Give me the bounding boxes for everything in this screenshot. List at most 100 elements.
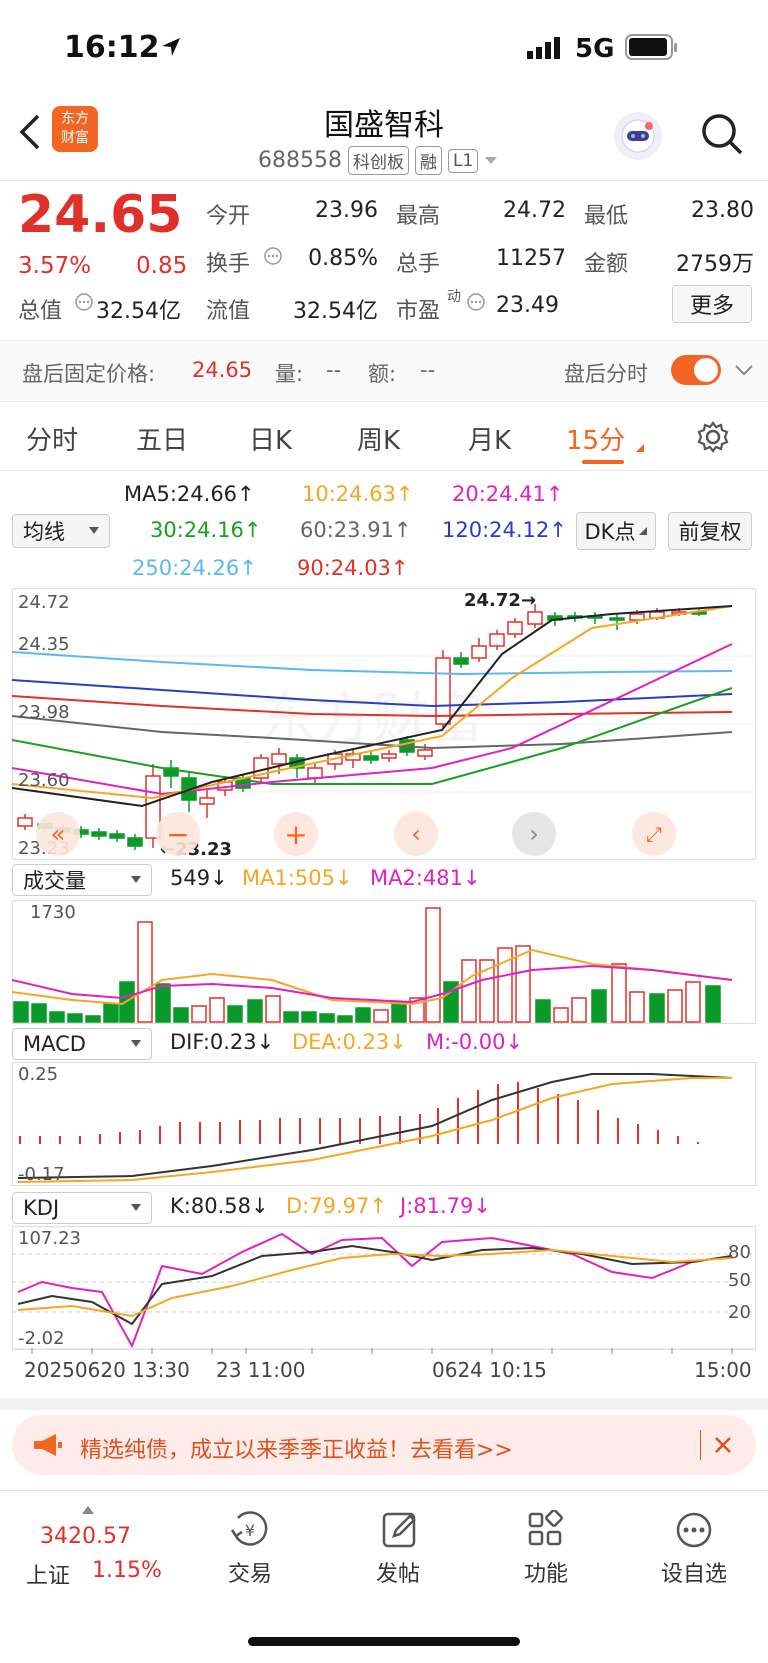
candle-body (471, 645, 487, 659)
kdj-select[interactable]: KDJ (12, 1192, 152, 1224)
value-high: 24.72 (503, 198, 566, 223)
nav-functions[interactable]: 功能 (506, 1556, 586, 1588)
after-hours-price: 24.65 (192, 358, 253, 382)
functions-grid-icon[interactable] (526, 1510, 566, 1550)
signal-icon (527, 37, 560, 59)
volume-bar (265, 995, 281, 1023)
promo-text[interactable]: 精选纯债，成立以来季季正收益！去看看>> (80, 1432, 513, 1464)
rewind-double-left-icon[interactable]: « (36, 812, 80, 856)
candle-body (91, 831, 107, 837)
kline-high-label: 24.72→ (464, 590, 537, 611)
volume-bar (209, 997, 225, 1023)
kdj-chart (12, 1226, 756, 1350)
stock-subtitle[interactable]: 688558 科创板 融 L1 (258, 146, 498, 175)
nav-add-watchlist[interactable]: 设自选 (648, 1556, 740, 1588)
chevron-right-icon[interactable]: › (512, 812, 556, 856)
index-name[interactable]: 上证 (26, 1558, 70, 1590)
candle-body (381, 753, 397, 759)
volume-bar (355, 1007, 371, 1023)
volume-select[interactable]: 成交量 (12, 864, 152, 896)
value-turnover: 0.85% (308, 246, 378, 271)
after-hours-toggle[interactable] (671, 355, 721, 385)
candle-body (199, 797, 215, 805)
tab-weekly-k[interactable]: 周K (357, 420, 400, 457)
volume-bar (337, 1015, 353, 1023)
more-button[interactable]: 更多 (672, 285, 752, 323)
ma-select[interactable]: 均线 (12, 514, 110, 548)
volume-chart (12, 900, 756, 1024)
after-hours-vol: -- (326, 358, 342, 382)
trade-yen-icon[interactable]: ¥ (230, 1510, 270, 1550)
value-float-value: 32.54亿 (293, 299, 378, 324)
macd-select[interactable]: MACD (12, 1028, 152, 1060)
status-bar: 16:12 5G (0, 0, 768, 100)
macd-axis-top: 0.25 (18, 1064, 59, 1085)
volume-bar (629, 991, 645, 1023)
chevron-left-icon[interactable]: ‹ (394, 812, 438, 856)
nav-post[interactable]: 发帖 (358, 1556, 438, 1588)
active-tab-indicator (582, 460, 624, 464)
kdj-k: K:80.58↓ (170, 1194, 269, 1218)
kline-axis-0: 24.72 (18, 592, 70, 613)
ma-value-250: 250:24.26↑ (132, 556, 257, 580)
volume-ma2: MA2:481↓ (370, 866, 481, 890)
tab-five-day[interactable]: 五日 (136, 420, 188, 457)
volume-bar (319, 1013, 335, 1023)
info-icon[interactable] (74, 292, 94, 312)
kdj-axis-bottom: -2.02 (18, 1328, 65, 1349)
chevron-down-icon[interactable] (734, 364, 754, 376)
after-hours-amt-label: 额: (368, 362, 397, 386)
candle-body (489, 633, 505, 647)
robot-assistant-icon[interactable] (614, 112, 662, 160)
tab-intraday[interactable]: 分时 (26, 420, 78, 457)
close-icon[interactable] (714, 1436, 732, 1454)
volume-bar (227, 1005, 243, 1023)
settings-gear-icon[interactable] (696, 420, 730, 454)
search-icon[interactable] (700, 112, 744, 156)
nav-trade[interactable]: 交易 (210, 1556, 290, 1588)
kdj-d: D:79.97↑ (286, 1194, 387, 1218)
ma-value-10: 10:24.63↑ (302, 482, 414, 506)
volume-bar (31, 1003, 47, 1023)
status-time: 16:12 (64, 30, 160, 65)
kline-axis-3: 23.60 (18, 770, 70, 791)
label-open: 今开 (206, 204, 251, 229)
post-edit-icon[interactable] (380, 1510, 420, 1550)
info-icon[interactable] (263, 246, 283, 266)
tab-monthly-k[interactable]: 月K (468, 420, 511, 457)
tag-margin: 融 (414, 146, 442, 175)
adjust-button[interactable]: 前复权 (668, 512, 752, 550)
candle-body (435, 657, 451, 725)
volume-bar (571, 997, 587, 1023)
more-dots-icon[interactable] (674, 1510, 714, 1550)
stock-code: 688558 (258, 148, 342, 173)
tab-15min[interactable]: 15分 (566, 420, 625, 457)
candle-body (307, 767, 323, 779)
after-hours-toggle-label: 盘后分时 (564, 362, 648, 386)
ma-value-30: 30:24.16↑ (150, 518, 262, 542)
svg-text:¥: ¥ (245, 1521, 255, 1540)
volume-bar (301, 1011, 317, 1023)
label-amount: 金额 (584, 252, 629, 277)
zoom-out-icon[interactable]: − (156, 812, 200, 856)
kdj-level-50: 50 (728, 1270, 751, 1291)
volume-bar (649, 993, 665, 1023)
tab-daily-k[interactable]: 日K (249, 420, 292, 457)
volume-bar (283, 1011, 299, 1023)
current-price: 24.65 (18, 185, 183, 245)
network-label: 5G (575, 34, 615, 64)
volume-bar (67, 1013, 83, 1023)
index-pct[interactable]: 1.15% (92, 1558, 162, 1583)
value-volume: 11257 (496, 246, 566, 271)
kdj-j: J:81.79↓ (400, 1194, 491, 1218)
kdj-select-label: KDJ (23, 1196, 60, 1220)
ma-value-20: 20:24.41↑ (452, 482, 564, 506)
volume-bar (191, 1005, 207, 1023)
info-icon[interactable] (466, 292, 486, 312)
expand-icon[interactable]: ⤢ (632, 812, 676, 856)
ma-value-60: 60:23.91↑ (300, 518, 412, 542)
macd-m: M:-0.00↓ (426, 1030, 524, 1054)
zoom-in-icon[interactable]: + (274, 812, 318, 856)
dk-point-button[interactable]: DK点 (576, 512, 656, 550)
index-value[interactable]: 3420.57 (40, 1524, 131, 1549)
